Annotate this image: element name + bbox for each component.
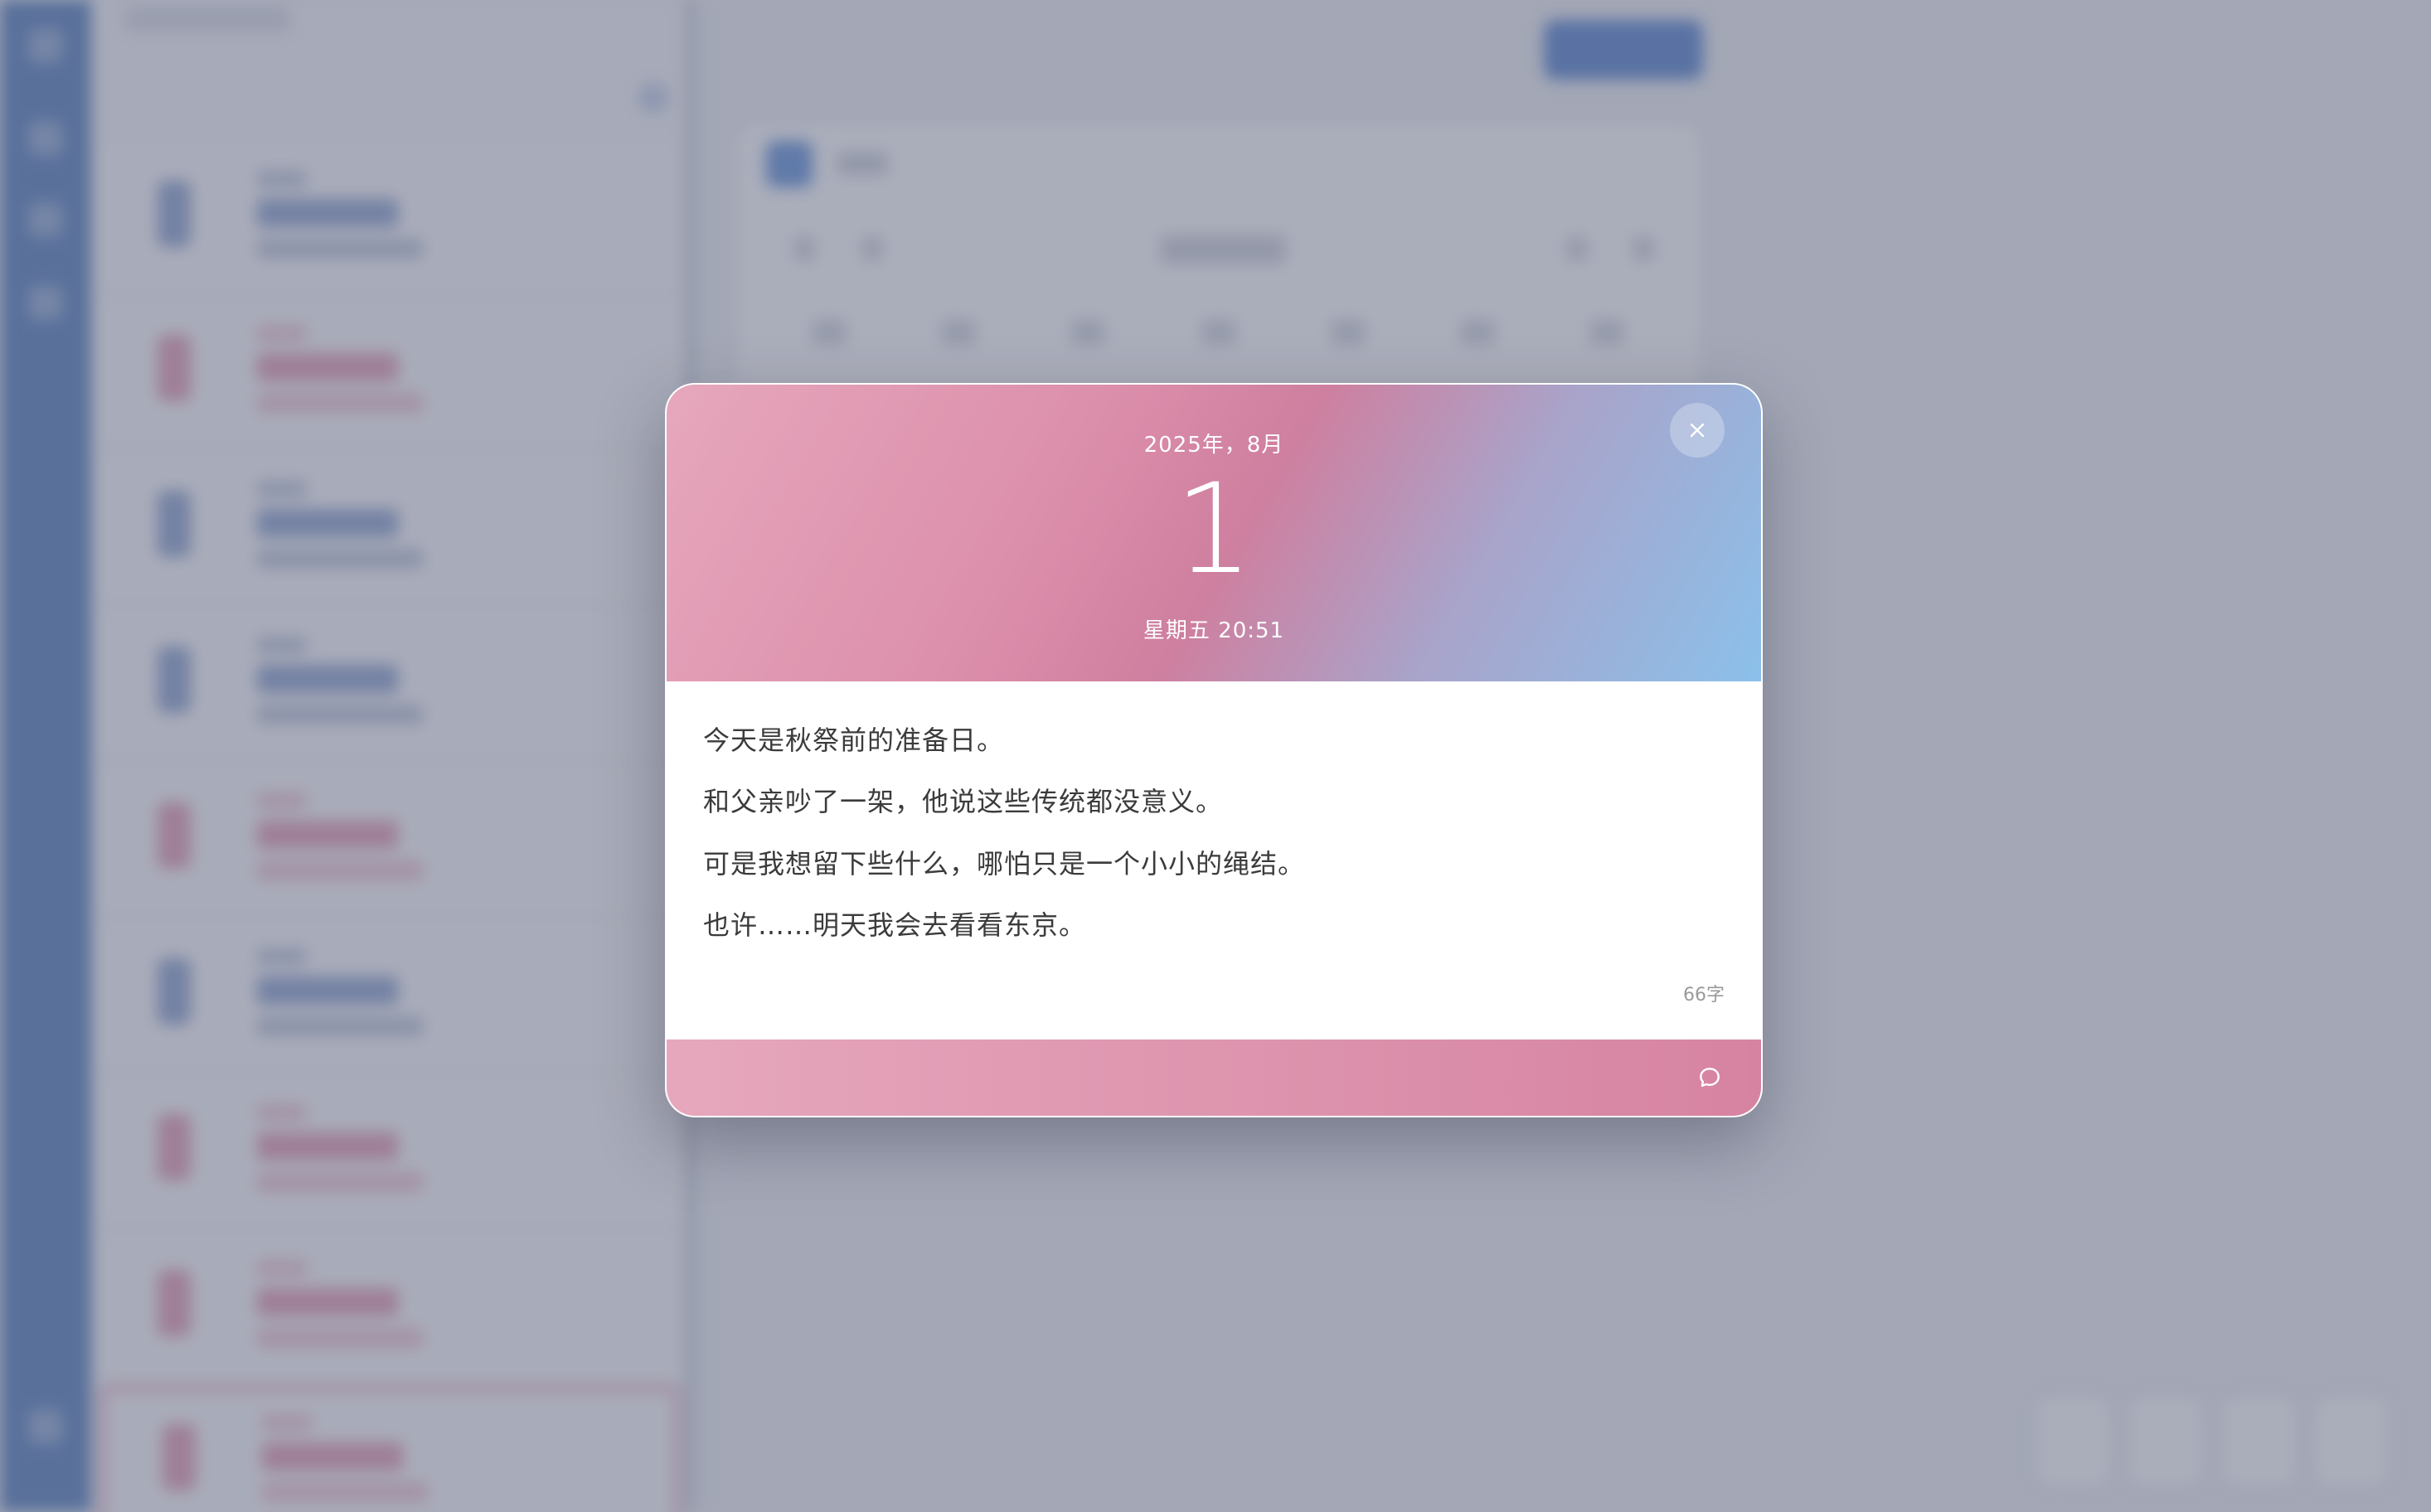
comment-button[interactable] (1695, 1063, 1725, 1093)
modal-footer (667, 1040, 1761, 1116)
entry-content: 今天是秋祭前的准备日。 和父亲吵了一架，他说这些传统都没意义。 可是我想留下些什… (667, 681, 1761, 1043)
diary-detail-modal: 2025年，8月 1 星期五 20:51 今天是秋祭前的准备日。 和父亲吵了一架… (665, 383, 1763, 1117)
entry-year-month: 2025年，8月 (1143, 433, 1284, 458)
entry-line: 今天是秋祭前的准备日。 (703, 724, 1005, 756)
modal-header: 2025年，8月 1 星期五 20:51 (667, 385, 1761, 681)
entry-line: 也许……明天我会去看看东京。 (703, 909, 1087, 942)
word-count: 66字 (1683, 985, 1725, 1006)
entry-weekday-time: 星期五 20:51 (1143, 618, 1285, 643)
entry-day: 1 (1174, 458, 1254, 602)
close-button[interactable] (1670, 403, 1725, 458)
entry-line: 和父亲吵了一架，他说这些传统都没意义。 (703, 786, 1224, 818)
entry-line: 可是我想留下些什么，哪怕只是一个小小的绳结。 (703, 847, 1306, 880)
comment-icon (1700, 1068, 1720, 1088)
app-root: 2025年，8月 1 星期五 20:51 今天是秋祭前的准备日。 和父亲吵了一架… (0, 0, 2431, 1512)
close-icon (1690, 423, 1705, 438)
